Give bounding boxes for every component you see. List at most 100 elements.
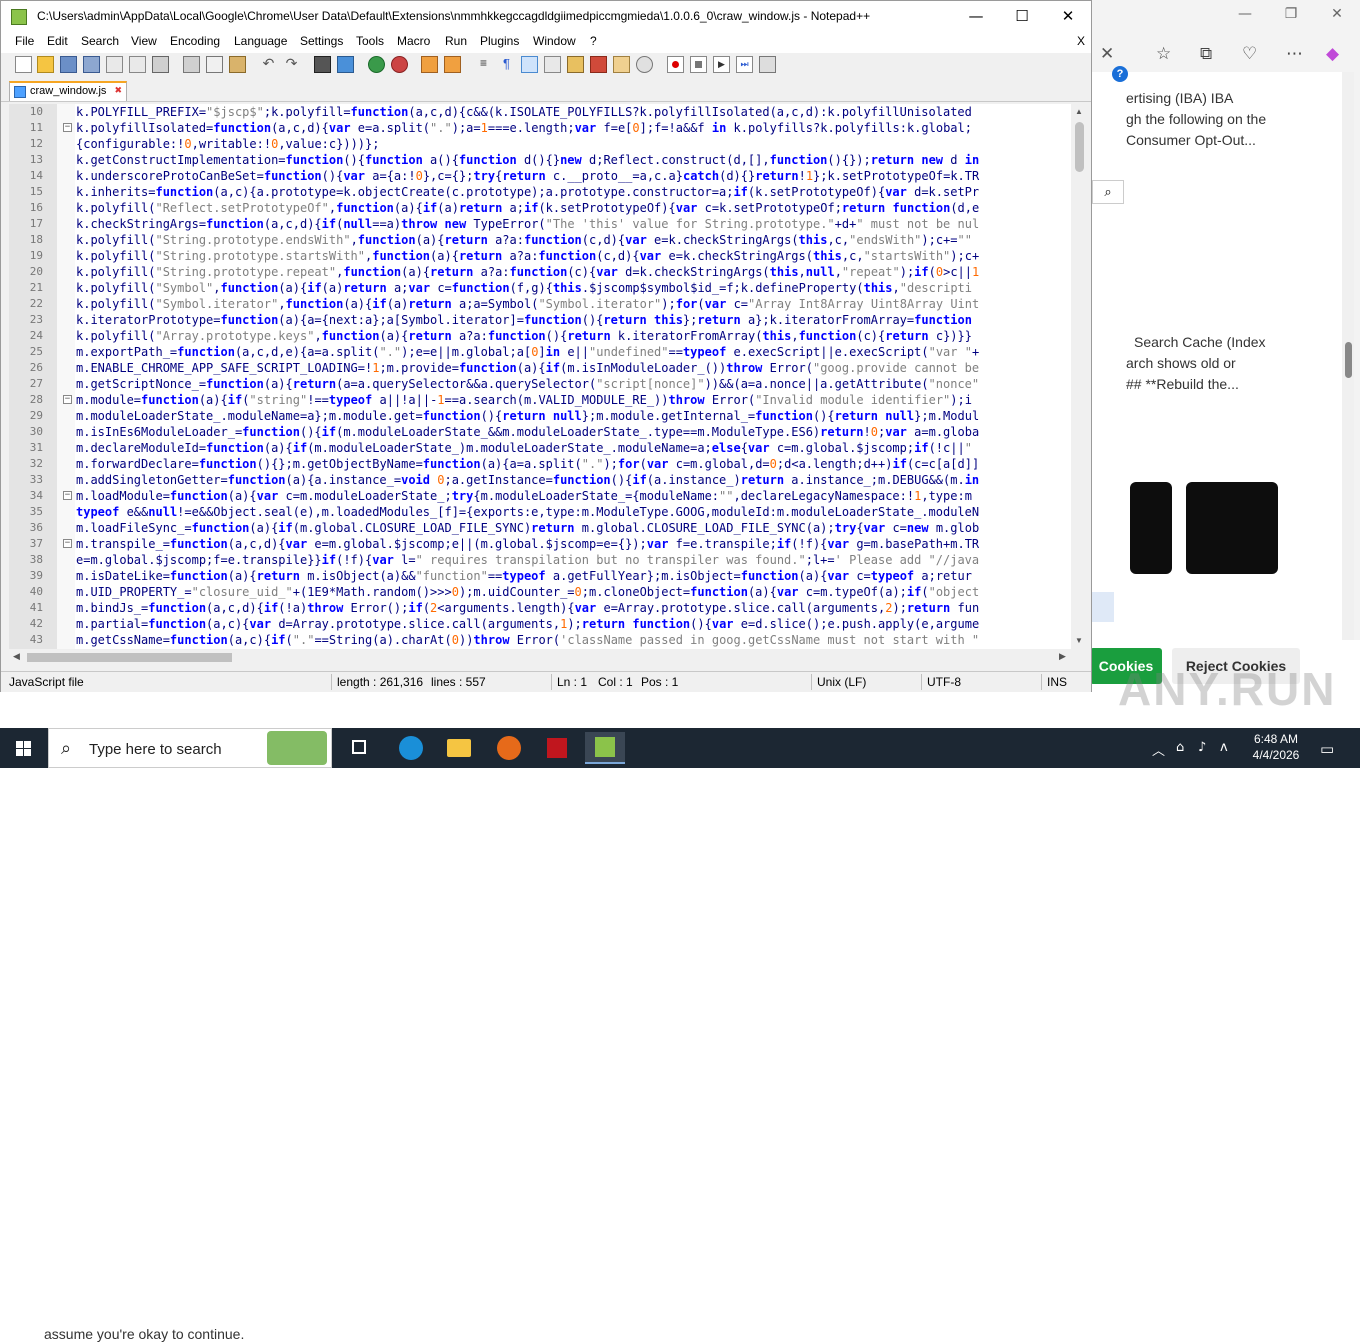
browser-close-button[interactable]: ✕ [1314, 6, 1360, 28]
code-line[interactable]: 33 m.addSingletonGetter=function(a){a.ins… [9, 472, 1071, 488]
task-view-icon[interactable] [340, 732, 380, 764]
sync-vertical-icon[interactable] [421, 56, 438, 73]
stop-macro-icon[interactable] [690, 56, 707, 73]
scroll-down-icon[interactable]: ▼ [1075, 636, 1083, 645]
network-icon[interactable]: ⌂ [1176, 740, 1184, 755]
indent-guide-icon[interactable] [521, 56, 538, 73]
file-explorer-icon[interactable] [439, 732, 479, 764]
minimize-button[interactable]: — [953, 1, 999, 33]
play-macro-icon[interactable]: ▶ [713, 56, 730, 73]
monitoring-icon[interactable] [636, 56, 653, 73]
horizontal-scrollbar[interactable]: ◀ ▶ [9, 649, 1071, 666]
menu-run[interactable]: Run [445, 34, 467, 48]
code-line[interactable]: 30 m.isInEs6ModuleLoader_=function(){if(m… [9, 424, 1071, 440]
close-all-icon[interactable] [129, 56, 146, 73]
menu-macro[interactable]: Macro [397, 34, 430, 48]
fold-toggle-icon[interactable]: − [63, 123, 72, 132]
code-line[interactable]: 15 k.inherits=function(a,c){a.prototype=k… [9, 184, 1071, 200]
code-line[interactable]: 34 − m.loadModule=function(a){var c=m.modu… [9, 488, 1071, 504]
fold-toggle-icon[interactable]: − [63, 395, 72, 404]
code-line[interactable]: 35 typeof e&&null!=e&&Object.seal(e),m.lo… [9, 504, 1071, 520]
menu-encoding[interactable]: Encoding [170, 34, 220, 48]
more-menu-icon[interactable]: ⋯ [1286, 44, 1303, 64]
code-line[interactable]: 17 k.checkStringArgs=function(a,c,d){if(n… [9, 216, 1071, 232]
menu-window[interactable]: Window [533, 34, 576, 48]
code-line[interactable]: 37 − m.transpile_=function(a,c,d){var e=m.… [9, 536, 1071, 552]
menu-help[interactable]: ? [590, 34, 597, 48]
replace-icon[interactable] [337, 56, 354, 73]
vertical-scrollbar[interactable]: ▲ ▼ [1071, 104, 1088, 649]
code-line[interactable]: 21 k.polyfill("Symbol",function(a){if(a)r… [9, 280, 1071, 296]
close-file-icon[interactable] [106, 56, 123, 73]
help-icon[interactable]: ? [1112, 66, 1128, 82]
code-line[interactable]: 19 k.polyfill("String.prototype.startsWit… [9, 248, 1071, 264]
show-all-characters-icon[interactable]: ¶ [498, 56, 515, 73]
menu-settings[interactable]: Settings [300, 34, 343, 48]
code-line[interactable]: 24 k.polyfill("Array.prototype.keys",func… [9, 328, 1071, 344]
code-line[interactable]: 38 e=m.global.$jscomp;f=e.transpile}}if(!… [9, 552, 1071, 568]
scrollbar-thumb[interactable] [1075, 122, 1084, 172]
close-button[interactable]: ✕ [1045, 1, 1091, 33]
edge-icon[interactable] [391, 732, 431, 764]
code-line[interactable]: 12 {configurable:!0,writable:!0,value:c})… [9, 136, 1071, 152]
scroll-left-icon[interactable]: ◀ [13, 651, 20, 662]
run-macro-multiple-icon[interactable]: ⏭ [736, 56, 753, 73]
code-line[interactable]: 23 k.iteratorPrototype=function(a){a={nex… [9, 312, 1071, 328]
search-icon[interactable]: ⌕ [1092, 180, 1124, 204]
code-line[interactable]: 39 m.isDateLike=function(a){return m.isOb… [9, 568, 1071, 584]
fold-toggle-icon[interactable]: − [63, 491, 72, 500]
close-icon[interactable]: ✕ [1100, 44, 1114, 64]
copy-icon[interactable] [206, 56, 223, 73]
scrollbar-thumb[interactable] [1345, 342, 1352, 378]
menu-view[interactable]: View [131, 34, 157, 48]
code-line[interactable]: 40 m.UID_PROPERTY_="closure_uid_"+(1E9*Ma… [9, 584, 1071, 600]
menu-tools[interactable]: Tools [356, 34, 384, 48]
save-all-icon[interactable] [83, 56, 100, 73]
folder-workspace-icon[interactable] [613, 56, 630, 73]
zoom-in-icon[interactable] [368, 56, 385, 73]
save-icon[interactable] [60, 56, 77, 73]
favorites-icon[interactable]: ☆ [1156, 44, 1171, 64]
code-line[interactable]: 41 m.bindJs_=function(a,c,d){if(!a)throw … [9, 600, 1071, 616]
collections-icon[interactable]: ⧉ [1200, 44, 1212, 64]
language-icon[interactable]: ʌ [1220, 740, 1228, 755]
copilot-icon[interactable]: ◆ [1326, 44, 1339, 64]
maximize-button[interactable]: ☐ [999, 1, 1045, 33]
taskbar-search[interactable]: ⌕ Type here to search [48, 728, 332, 768]
code-line[interactable]: 20 k.polyfill("String.prototype.repeat",f… [9, 264, 1071, 280]
menu-plugins[interactable]: Plugins [480, 34, 519, 48]
code-line[interactable]: 26 m.ENABLE_CHROME_APP_SAFE_SCRIPT_LOADIN… [9, 360, 1071, 376]
code-line[interactable]: 31 m.declareModuleId=function(a){if(m.mod… [9, 440, 1071, 456]
clock[interactable]: 6:48 AM 4/4/2026 [1244, 731, 1308, 763]
browser-scrollbar[interactable] [1342, 72, 1354, 712]
scroll-right-icon[interactable]: ▶ [1059, 651, 1066, 662]
video-thumbnail[interactable] [1186, 482, 1278, 574]
function-list-icon[interactable] [590, 56, 607, 73]
code-line[interactable]: 13 k.getConstructImplementation=function(… [9, 152, 1071, 168]
code-line[interactable]: 28 − m.module=function(a){if("string"!==ty… [9, 392, 1071, 408]
code-line[interactable]: 22 k.polyfill("Symbol.iterator",function(… [9, 296, 1071, 312]
extension-icon[interactable]: ♡ [1242, 44, 1257, 64]
fold-toggle-icon[interactable]: − [63, 539, 72, 548]
notifications-icon[interactable]: ▭ [1320, 740, 1334, 758]
sync-horizontal-icon[interactable] [444, 56, 461, 73]
browser-minimize-button[interactable]: — [1222, 6, 1268, 28]
tab-craw-window-js[interactable]: craw_window.js ✖ [9, 81, 127, 101]
record-macro-icon[interactable] [667, 56, 684, 73]
code-line[interactable]: 42 m.partial=function(a,c){var d=Array.pr… [9, 616, 1071, 632]
scrollbar-thumb[interactable] [27, 653, 232, 662]
code-editor[interactable]: 10 k.POLYFILL_PREFIX="$jscp$";k.polyfill=… [9, 104, 1071, 649]
start-button[interactable] [0, 728, 48, 768]
code-line[interactable]: 27 m.getScriptNonce_=function(a){return(a… [9, 376, 1071, 392]
code-line[interactable]: 25 m.exportPath_=function(a,c,d,e){a=a.sp… [9, 344, 1071, 360]
redo-icon[interactable]: ↷ [283, 56, 300, 73]
scroll-up-icon[interactable]: ▲ [1075, 107, 1083, 116]
status-encoding[interactable]: UTF-8 [927, 675, 961, 689]
show-hidden-icons-icon[interactable]: ︿ [1152, 740, 1165, 759]
open-file-icon[interactable] [37, 56, 54, 73]
zoom-out-icon[interactable] [391, 56, 408, 73]
code-line[interactable]: 36 m.loadFileSync_=function(a){if(m.globa… [9, 520, 1071, 536]
video-thumbnail[interactable] [1130, 482, 1172, 574]
undo-icon[interactable]: ↶ [260, 56, 277, 73]
menu-file[interactable]: File [15, 34, 34, 48]
